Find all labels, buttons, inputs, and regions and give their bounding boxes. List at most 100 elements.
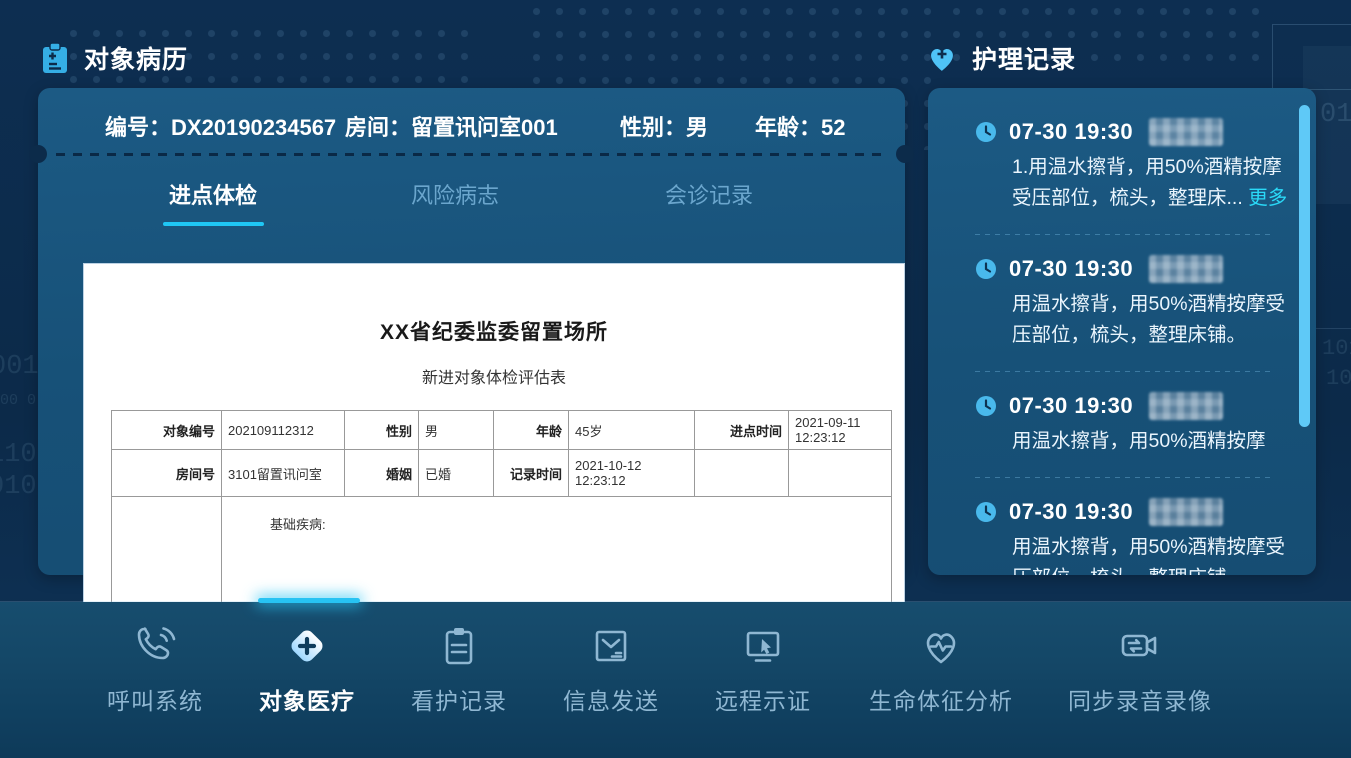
nav-label: 生命体征分析 bbox=[869, 682, 1013, 716]
cell-subject-id-value: 202109112312 bbox=[222, 411, 345, 450]
binary-decoration: 00 0 bbox=[0, 392, 36, 409]
redacted-name bbox=[1149, 118, 1223, 146]
nav-item-vital-signs-analysis[interactable]: 生命体征分析 bbox=[869, 622, 1013, 716]
entry-timestamp: 07-30 19:30 bbox=[1009, 256, 1133, 282]
nav-label: 同步录音录像 bbox=[1068, 682, 1212, 716]
page-title: 护理记录 bbox=[972, 40, 1076, 76]
patient-age-label: 年龄： bbox=[755, 115, 821, 140]
redacted-name bbox=[1149, 498, 1223, 526]
entry-timestamp: 07-30 19:30 bbox=[1009, 499, 1133, 525]
nav-item-call-system[interactable]: 呼叫系统 bbox=[107, 622, 203, 716]
cell-entry-time-label: 进点时间 bbox=[695, 411, 789, 450]
binary-decoration: 101 bbox=[1326, 366, 1351, 391]
bottom-navigation-bar: 呼叫系统 对象医疗 看护记录 bbox=[0, 602, 1351, 758]
patient-room: 房间：留置讯问室001 bbox=[345, 110, 558, 142]
entry-text: 用温水擦背，用50%酒精按摩 bbox=[1012, 426, 1294, 457]
nav-item-sync-av-recording[interactable]: 同步录音录像 bbox=[1068, 622, 1212, 716]
entry-timestamp: 07-30 19:30 bbox=[1009, 119, 1133, 145]
nav-label: 呼叫系统 bbox=[107, 682, 203, 716]
nursing-entries-list[interactable]: 07-30 19:30 1.用温水擦背，用50%酒精按摩受压部位，梳头，整理床.… bbox=[928, 88, 1316, 575]
nav-item-subject-medical[interactable]: 对象医疗 bbox=[259, 622, 355, 716]
entry-divider bbox=[975, 371, 1272, 372]
tab-entry-checkup[interactable]: 进点体检 bbox=[169, 178, 257, 210]
nursing-record-section-header: 护理记录 bbox=[926, 40, 1076, 76]
document-subtitle: 新进对象体检评估表 bbox=[84, 364, 904, 388]
entry-divider bbox=[975, 477, 1272, 478]
entry-text: 用温水擦背，用50%酒精按摩受压部位，梳头，整理床铺。 bbox=[1012, 289, 1294, 351]
base-disease-label: 基础疾病: bbox=[270, 514, 885, 533]
patient-gender-value: 男 bbox=[686, 115, 708, 140]
cell-record-time-label: 记录时间 bbox=[494, 450, 569, 497]
patient-age: 年龄：52 bbox=[755, 110, 846, 142]
document-title: XX省纪委监委留置场所 bbox=[84, 316, 904, 346]
nursing-record-panel: 07-30 19:30 1.用温水擦背，用50%酒精按摩受压部位，梳头，整理床.… bbox=[928, 88, 1316, 575]
entry-header: 07-30 19:30 bbox=[975, 255, 1272, 283]
heart-pulse-icon bbox=[917, 622, 965, 670]
tab-risk-notes[interactable]: 风险病志 bbox=[411, 178, 499, 210]
cell-room-label: 房间号 bbox=[112, 450, 222, 497]
patient-id: 编号：DX20190234567 bbox=[105, 110, 336, 142]
heart-plus-icon bbox=[926, 43, 958, 73]
nursing-entry: 07-30 19:30 用温水擦背，用50%酒精按摩 bbox=[950, 392, 1272, 457]
redacted-name bbox=[1149, 392, 1223, 420]
phone-icon bbox=[131, 622, 179, 670]
patient-gender: 性别：男 bbox=[620, 110, 708, 142]
tab-consultation-records[interactable]: 会诊记录 bbox=[665, 178, 753, 210]
more-link[interactable]: 更多 bbox=[1248, 187, 1287, 209]
nav-label: 对象医疗 bbox=[259, 682, 355, 716]
entry-timestamp: 07-30 19:30 bbox=[1009, 393, 1133, 419]
nursing-entry: 07-30 19:30 用温水擦背，用50%酒精按摩受压部位，梳头，整理床铺。 bbox=[950, 498, 1272, 575]
message-icon bbox=[587, 622, 635, 670]
clock-icon bbox=[975, 258, 997, 280]
cell-empty bbox=[695, 450, 789, 497]
patient-age-value: 52 bbox=[821, 115, 845, 140]
ticket-notch bbox=[896, 145, 914, 163]
document-viewer[interactable]: XX省纪委监委留置场所 新进对象体检评估表 对象编号 202109112312 … bbox=[83, 263, 905, 653]
cell-room-value: 3101留置讯问室 bbox=[222, 450, 345, 497]
entry-header: 07-30 19:30 bbox=[975, 392, 1272, 420]
cell-marriage-value: 已婚 bbox=[419, 450, 494, 497]
binary-decoration: 1010 bbox=[1322, 336, 1351, 361]
medical-record-section-header: 对象病历 bbox=[40, 40, 188, 76]
active-nav-indicator bbox=[258, 598, 360, 603]
patient-room-label: 房间： bbox=[345, 115, 411, 140]
entry-divider bbox=[975, 234, 1272, 235]
nav-item-send-message[interactable]: 信息发送 bbox=[563, 622, 659, 716]
cell-age-label: 年龄 bbox=[494, 411, 569, 450]
patient-id-label: 编号： bbox=[105, 115, 171, 140]
medical-cross-icon bbox=[283, 622, 331, 670]
app-screen: 0010( 00 0 11010 0101( 010( 1010 101 101… bbox=[0, 0, 1351, 758]
frame-decoration bbox=[1272, 24, 1351, 90]
cell-age-value: 45岁 bbox=[569, 411, 695, 450]
binary-decoration: 010( bbox=[1320, 100, 1351, 130]
clock-icon bbox=[975, 501, 997, 523]
cell-entry-time-value: 2021-09-11 12:23:12 bbox=[789, 411, 892, 450]
dashed-divider bbox=[56, 153, 887, 156]
medical-record-panel: 编号：DX20190234567 房间：留置讯问室001 性别：男 年龄：52 … bbox=[38, 88, 905, 575]
nav-label: 看护记录 bbox=[411, 682, 507, 716]
entry-header: 07-30 19:30 bbox=[975, 118, 1272, 146]
nav-item-remote-evidence[interactable]: 远程示证 bbox=[715, 622, 811, 716]
remote-monitor-icon bbox=[739, 622, 787, 670]
nav-divider-line bbox=[0, 601, 1351, 602]
entry-text: 用温水擦背，用50%酒精按摩受压部位，梳头，整理床铺。 bbox=[1012, 532, 1294, 575]
nav-item-care-records[interactable]: 看护记录 bbox=[411, 622, 507, 716]
nav-label: 远程示证 bbox=[715, 682, 811, 716]
page-title: 对象病历 bbox=[84, 40, 188, 76]
redacted-name bbox=[1149, 255, 1223, 283]
clipboard-plus-icon bbox=[40, 42, 70, 74]
patient-gender-label: 性别： bbox=[620, 115, 686, 140]
clock-icon bbox=[975, 121, 997, 143]
nursing-entry: 07-30 19:30 1.用温水擦背，用50%酒精按摩受压部位，梳头，整理床.… bbox=[950, 118, 1272, 214]
cell-marriage-label: 婚姻 bbox=[345, 450, 419, 497]
table-row: 对象编号 202109112312 性别 男 年龄 45岁 进点时间 2021-… bbox=[112, 411, 892, 450]
cell-record-time-value: 2021-10-12 12:23:12 bbox=[569, 450, 695, 497]
nursing-scrollbar[interactable] bbox=[1299, 105, 1310, 427]
cell-subject-id-label: 对象编号 bbox=[112, 411, 222, 450]
cell-gender-value: 男 bbox=[419, 411, 494, 450]
nav-label: 信息发送 bbox=[563, 682, 659, 716]
video-camera-icon bbox=[1116, 622, 1164, 670]
clipboard-icon bbox=[435, 622, 483, 670]
cell-empty bbox=[789, 450, 892, 497]
ticket-notch bbox=[29, 145, 47, 163]
